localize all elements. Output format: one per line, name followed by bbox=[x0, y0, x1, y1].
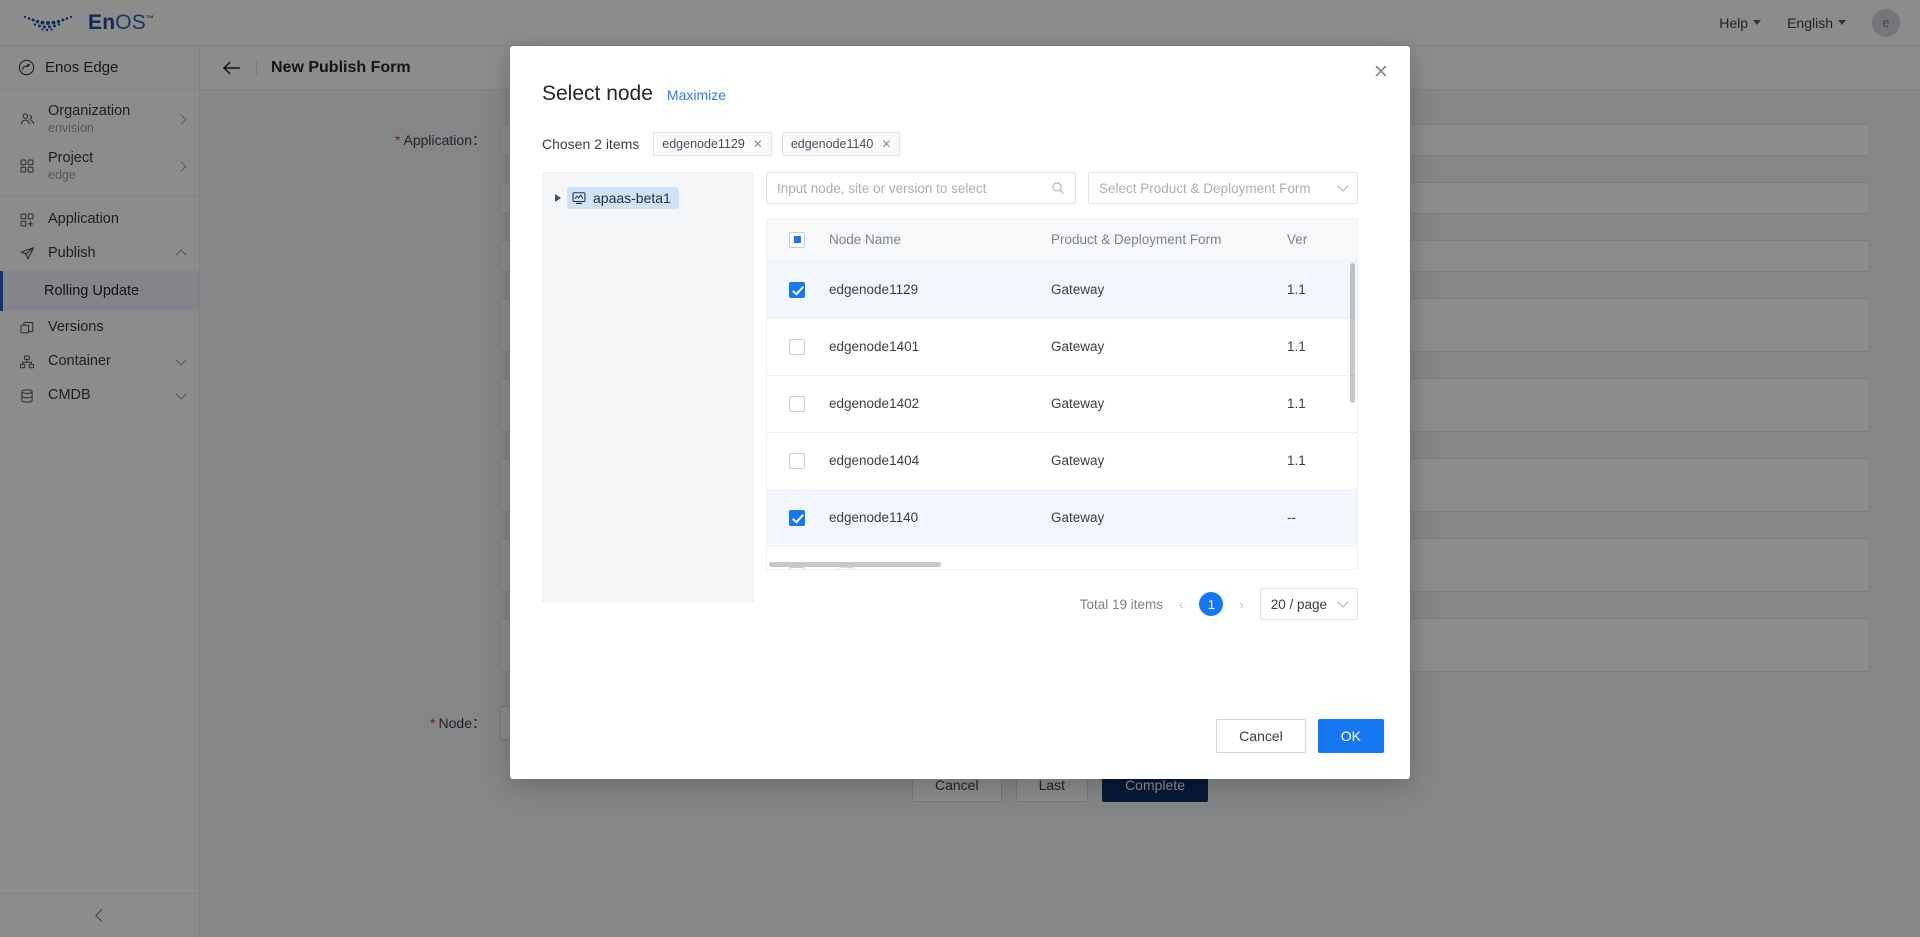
cell-version: 1.1 bbox=[1287, 375, 1357, 433]
pagination-prev-button[interactable]: ‹ bbox=[1177, 597, 1185, 612]
row-checkbox-cell bbox=[767, 432, 829, 490]
cell-product: Gateway bbox=[1051, 432, 1287, 490]
search-placeholder: Input node, site or version to select bbox=[777, 180, 987, 196]
modal-title: Select node bbox=[542, 82, 653, 105]
table-row[interactable]: edgenode1404 Gateway 1.1 bbox=[767, 432, 1357, 490]
pagination: Total 19 items ‹ 1 › 20 / page bbox=[766, 588, 1358, 620]
tag-remove-icon[interactable]: ✕ bbox=[881, 137, 891, 151]
close-icon[interactable]: ✕ bbox=[1370, 62, 1392, 84]
node-table-panel: Input node, site or version to select Se… bbox=[766, 172, 1358, 620]
filter-row: Input node, site or version to select Se… bbox=[766, 172, 1358, 204]
select-node-modal: ✕ Select node Maximize Chosen 2 items ed… bbox=[510, 46, 1410, 779]
cell-product: Gateway bbox=[1051, 261, 1287, 319]
chevron-down-icon bbox=[1337, 180, 1349, 192]
table-vertical-scrollbar[interactable] bbox=[1350, 263, 1355, 403]
cell-node-name: edgenode1112 bbox=[861, 567, 949, 569]
modal-body: apaas-beta1 Input node, site or version … bbox=[510, 156, 1410, 620]
table-header-row: Node Name Product & Deployment Form Ver bbox=[767, 219, 1357, 262]
tree-root-row: apaas-beta1 bbox=[551, 187, 745, 209]
row-checkbox-cell bbox=[767, 261, 829, 319]
chosen-tag-label: edgenode1129 bbox=[662, 137, 745, 151]
row-checkbox-cell bbox=[767, 489, 829, 547]
tag-remove-icon[interactable]: ✕ bbox=[753, 137, 763, 151]
pagination-page-1[interactable]: 1 bbox=[1199, 592, 1224, 616]
cell-version: 1.1 bbox=[1287, 546, 1357, 569]
table-row[interactable]: edgenode1129 Gateway 1.1 bbox=[767, 261, 1357, 319]
tree-node-apaas-beta1[interactable]: apaas-beta1 bbox=[567, 187, 679, 209]
pagination-total: Total 19 items bbox=[1079, 596, 1163, 612]
cell-product: Gateway bbox=[1051, 489, 1287, 547]
app-root: EnOS™ Help English e Enos Edge Organizat… bbox=[0, 0, 1920, 937]
table-row[interactable]: edgenode1401 Gateway 1.1 bbox=[767, 318, 1357, 376]
row-checkbox-cell bbox=[767, 318, 829, 376]
tree-node-label: apaas-beta1 bbox=[593, 190, 671, 206]
modal-cancel-button[interactable]: Cancel bbox=[1216, 719, 1306, 753]
chosen-items-row: Chosen 2 items edgenode1129 ✕ edgenode11… bbox=[510, 106, 1410, 156]
row-checkbox[interactable] bbox=[789, 395, 805, 412]
cell-version: -- bbox=[1287, 489, 1357, 547]
cell-version: 1.1 bbox=[1287, 261, 1357, 319]
page-size-select[interactable]: 20 / page bbox=[1259, 588, 1358, 620]
row-checkbox[interactable] bbox=[789, 452, 805, 469]
cell-product: Gateway bbox=[1051, 375, 1287, 433]
cell-product: Gateway bbox=[1051, 318, 1287, 376]
cell-node-name: edgenode1129 bbox=[829, 261, 1051, 319]
chosen-tag-label: edgenode1140 bbox=[790, 137, 874, 151]
cell-product: Extensive (Multi-node) bbox=[1051, 546, 1287, 569]
table-horizontal-scrollbar[interactable] bbox=[769, 562, 941, 567]
page-size-label: 20 / page bbox=[1270, 596, 1327, 612]
node-table-wrapper: Node Name Product & Deployment Form Ver … bbox=[766, 218, 1358, 570]
header-version[interactable]: Ver bbox=[1287, 219, 1357, 262]
monitor-icon bbox=[572, 192, 586, 204]
node-table-body: edgenode1129 Gateway 1.1 edgenode1401 Ga… bbox=[767, 261, 1357, 569]
search-icon bbox=[1052, 182, 1064, 194]
row-checkbox-cell bbox=[767, 375, 829, 433]
node-table-head: Node Name Product & Deployment Form Ver bbox=[767, 219, 1357, 262]
row-checkbox[interactable] bbox=[789, 281, 805, 298]
cell-node-name: edgenode1401 bbox=[829, 318, 1051, 376]
row-expand-icon[interactable]: + bbox=[839, 567, 854, 569]
modal-footer: Cancel OK bbox=[1216, 719, 1384, 753]
select-all-checkbox[interactable] bbox=[789, 231, 805, 248]
row-checkbox[interactable] bbox=[789, 338, 805, 355]
cell-node-name: edgenode1402 bbox=[829, 375, 1051, 433]
cell-node-name: edgenode1404 bbox=[829, 432, 1051, 490]
table-row[interactable]: edgenode1402 Gateway 1.1 bbox=[767, 375, 1357, 433]
pagination-next-button[interactable]: › bbox=[1237, 597, 1245, 612]
modal-ok-button[interactable]: OK bbox=[1317, 719, 1384, 753]
cell-version: 1.1 bbox=[1287, 432, 1357, 490]
cell-version: 1.1 bbox=[1287, 318, 1357, 376]
chosen-tag: edgenode1140 ✕ bbox=[781, 132, 901, 156]
node-tree-panel: apaas-beta1 bbox=[542, 172, 754, 602]
row-checkbox[interactable] bbox=[789, 566, 805, 569]
select-all-header-cell bbox=[767, 219, 829, 262]
product-select-placeholder: Select Product & Deployment Form bbox=[1099, 180, 1311, 196]
header-product-deployment-form[interactable]: Product & Deployment Form bbox=[1051, 219, 1287, 262]
search-input[interactable]: Input node, site or version to select bbox=[766, 172, 1076, 204]
product-deployment-select[interactable]: Select Product & Deployment Form bbox=[1088, 172, 1358, 204]
chosen-tag: edgenode1129 ✕ bbox=[653, 132, 772, 156]
header-node-name[interactable]: Node Name bbox=[829, 219, 1051, 262]
cell-node-name: edgenode1140 bbox=[829, 489, 1051, 547]
chevron-down-icon bbox=[1337, 596, 1349, 608]
modal-header: Select node Maximize bbox=[510, 46, 1410, 106]
chosen-items-label: Chosen 2 items bbox=[542, 136, 640, 152]
caret-right-icon[interactable] bbox=[555, 194, 561, 202]
maximize-button[interactable]: Maximize bbox=[667, 87, 726, 103]
table-row[interactable]: edgenode1140 Gateway -- bbox=[767, 489, 1357, 547]
row-checkbox[interactable] bbox=[789, 509, 805, 526]
node-table: Node Name Product & Deployment Form Ver … bbox=[767, 219, 1357, 569]
